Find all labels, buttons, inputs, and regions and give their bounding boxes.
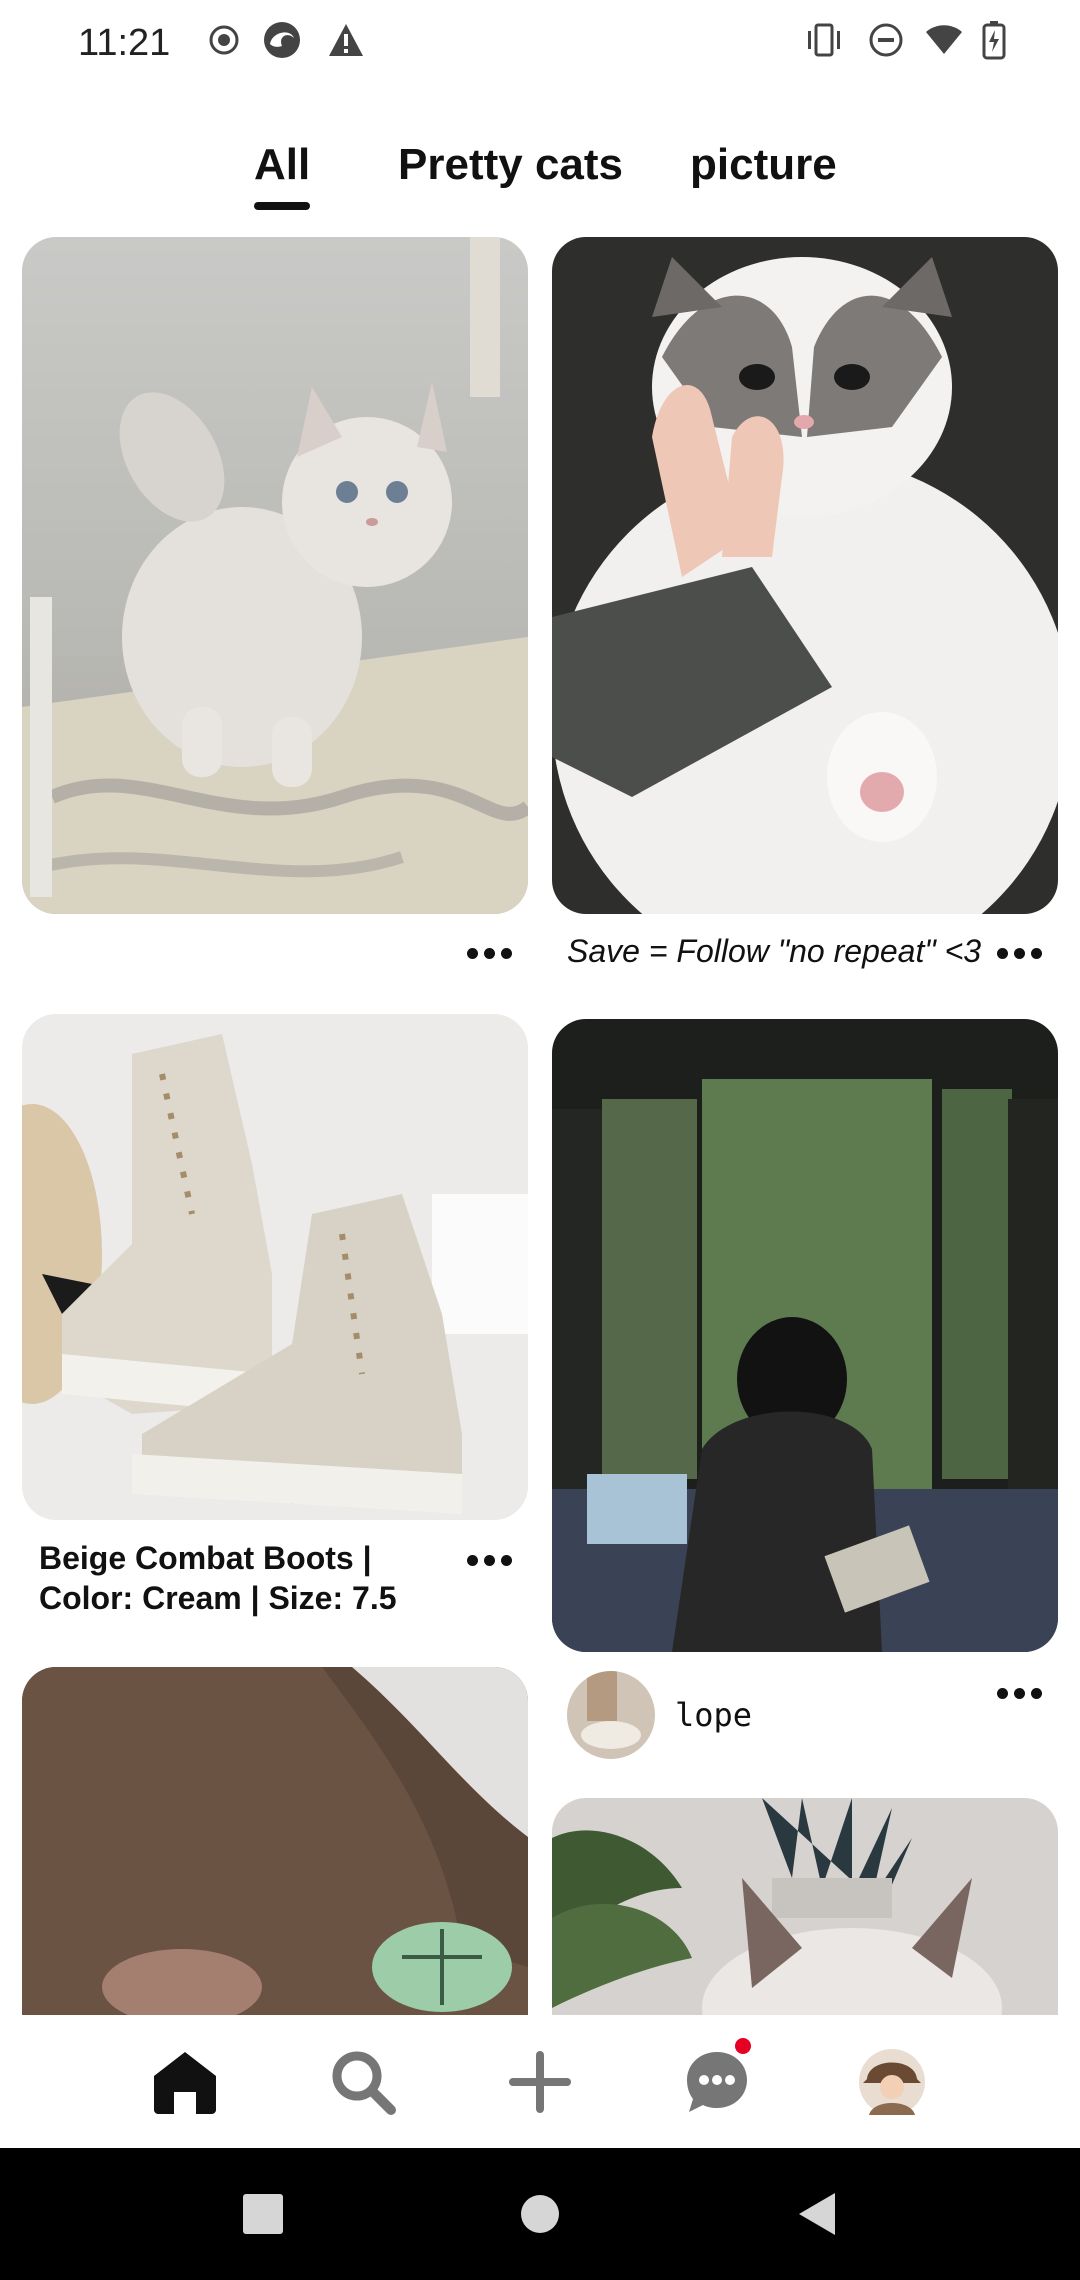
more-options-button[interactable]	[454, 1540, 524, 1580]
home-button[interactable]	[480, 2148, 600, 2280]
nav-create[interactable]	[480, 2015, 600, 2148]
battery-icon	[974, 20, 1014, 60]
more-options-button[interactable]	[454, 933, 524, 973]
messages-icon	[687, 2051, 747, 2112]
system-navigation-bar	[0, 2148, 1080, 2280]
do-not-disturb-icon	[866, 20, 906, 60]
tab-selected-indicator	[254, 202, 311, 210]
vibrate-icon	[804, 20, 844, 60]
home-circle-icon	[521, 2195, 559, 2233]
create-icon	[509, 2050, 571, 2113]
back-icon	[799, 2193, 835, 2235]
pin-image-boots[interactable]	[22, 1014, 528, 1520]
notification-dot	[735, 2038, 751, 2054]
user-avatar[interactable]	[567, 1671, 655, 1759]
more-options-button[interactable]	[984, 1673, 1054, 1713]
more-options-button[interactable]	[984, 933, 1054, 973]
bottom-navigation	[0, 2015, 1080, 2148]
nav-messages[interactable]	[657, 2015, 777, 2148]
recents-icon	[243, 2194, 283, 2234]
pin-image-brown-chair[interactable]	[22, 1667, 528, 2067]
browser-icon	[262, 20, 302, 60]
pin-caption-line2: Color: Cream | Size: 7.5	[39, 1580, 397, 1616]
nav-profile[interactable]	[832, 2015, 952, 2148]
pin-caption-line1: Beige Combat Boots |	[39, 1540, 372, 1576]
pin-caption: Save = Follow "no repeat" <3	[567, 933, 982, 969]
profile-avatar	[859, 2048, 925, 2115]
search-icon	[332, 2051, 396, 2115]
recents-button[interactable]	[203, 2148, 323, 2280]
nav-home[interactable]	[125, 2015, 245, 2148]
warning-icon	[326, 20, 366, 60]
back-button[interactable]	[757, 2148, 877, 2280]
wifi-icon	[924, 20, 964, 60]
pin-username[interactable]: lope	[675, 1696, 752, 1734]
tab-pretty-cats[interactable]: Pretty cats	[398, 140, 623, 190]
board-tabs: All Pretty cats picture	[0, 140, 1080, 220]
tab-picture[interactable]: picture	[690, 140, 837, 190]
status-bar: 11:21	[0, 0, 1080, 90]
tab-all[interactable]: All	[254, 140, 311, 210]
pin-image-kitten[interactable]	[22, 237, 528, 914]
pin-image-rain-window[interactable]	[552, 1019, 1058, 1652]
nav-search[interactable]	[303, 2015, 423, 2148]
record-icon	[204, 20, 244, 60]
pin-image-cat-hand[interactable]	[552, 237, 1058, 914]
status-time: 11:21	[78, 22, 171, 64]
home-icon	[154, 2051, 216, 2114]
